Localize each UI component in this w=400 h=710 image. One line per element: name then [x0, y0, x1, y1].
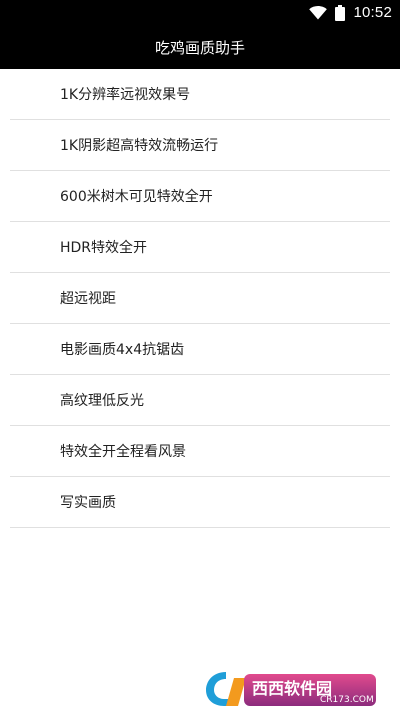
list-item[interactable]: 1K分辨率远视效果号 — [10, 69, 390, 120]
app-bar: 吃鸡画质助手 — [0, 25, 400, 69]
list-item[interactable]: HDR特效全开 — [10, 222, 390, 273]
list-item[interactable]: 高纹理低反光 — [10, 375, 390, 426]
list-item-label: HDR特效全开 — [60, 240, 148, 256]
list-item-label: 特效全开全程看风景 — [60, 444, 186, 460]
watermark-site: CR173.COM — [320, 695, 374, 705]
list-item-label: 电影画质4x4抗锯齿 — [60, 342, 185, 358]
list-item[interactable]: 1K阴影超高特效流畅运行 — [10, 120, 390, 171]
list-item[interactable]: 600米树木可见特效全开 — [10, 171, 390, 222]
quality-preset-list: 1K分辨率远视效果号 1K阴影超高特效流畅运行 600米树木可见特效全开 HDR… — [0, 69, 400, 528]
list-item[interactable]: 写实画质 — [10, 477, 390, 528]
list-item[interactable]: 特效全开全程看风景 — [10, 426, 390, 477]
list-item-label: 1K阴影超高特效流畅运行 — [60, 138, 219, 154]
status-time: 10:52 — [353, 4, 392, 21]
list-item-label: 写实画质 — [60, 495, 116, 511]
battery-icon — [335, 4, 346, 21]
list-item-label: 600米树木可见特效全开 — [60, 189, 213, 205]
wifi-icon — [309, 5, 328, 20]
status-icons: 10:52 — [309, 0, 392, 25]
list-item[interactable]: 超远视距 — [10, 273, 390, 324]
app-screen: 10:52 吃鸡画质助手 1K分辨率远视效果号 1K阴影超高特效流畅运行 600… — [0, 0, 400, 710]
list-item[interactable]: 电影画质4x4抗锯齿 — [10, 324, 390, 375]
list-item-label: 1K分辨率远视效果号 — [60, 87, 191, 103]
watermark-logo: 西西软件园 CR173.COM — [204, 666, 380, 710]
list-item-label: 超远视距 — [60, 291, 116, 307]
page-title: 吃鸡画质助手 — [154, 38, 245, 57]
list-item-label: 高纹理低反光 — [60, 393, 144, 409]
status-bar: 10:52 — [0, 0, 400, 25]
